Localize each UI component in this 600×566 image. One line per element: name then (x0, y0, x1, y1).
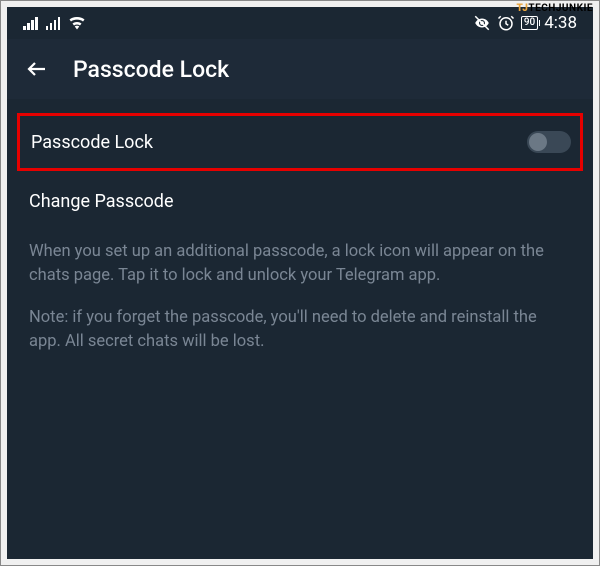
watermark-text: TECHJUNKIE (528, 3, 593, 14)
description-p1: When you set up an additional passcode, … (29, 240, 571, 288)
page-title: Passcode Lock (73, 56, 229, 83)
watermark: TJTECHJUNKIE (517, 3, 593, 14)
arrow-left-icon (25, 57, 49, 81)
change-passcode-row[interactable]: Change Passcode (7, 173, 593, 230)
signal-icon-1 (23, 16, 38, 30)
passcode-lock-label: Passcode Lock (31, 132, 153, 153)
description-text: When you set up an additional passcode, … (7, 230, 593, 382)
watermark-logo: TJ (517, 3, 529, 14)
passcode-lock-toggle[interactable] (527, 131, 571, 153)
battery-icon: 90 (521, 16, 538, 30)
app-header: Passcode Lock (7, 39, 593, 99)
phone-screen: 90 4:38 Passcode Lock Passcode Lock Chan… (7, 7, 593, 559)
wifi-icon (68, 16, 86, 30)
status-left (23, 16, 86, 30)
settings-content: Passcode Lock Change Passcode When you s… (7, 99, 593, 382)
alarm-icon (497, 14, 515, 32)
passcode-lock-row[interactable]: Passcode Lock (17, 113, 583, 171)
signal-icon-2 (46, 16, 61, 30)
toggle-knob (529, 133, 547, 151)
screenshot-frame: TJTECHJUNKIE (0, 0, 600, 566)
change-passcode-label: Change Passcode (29, 191, 174, 212)
back-button[interactable] (25, 57, 49, 81)
battery-level: 90 (524, 17, 535, 28)
status-bar: 90 4:38 (7, 7, 593, 39)
description-p2: Note: if you forget the passcode, you'll… (29, 306, 571, 354)
status-right: 90 4:38 (473, 13, 577, 33)
clock: 4:38 (544, 13, 577, 33)
visibility-icon (473, 14, 491, 32)
